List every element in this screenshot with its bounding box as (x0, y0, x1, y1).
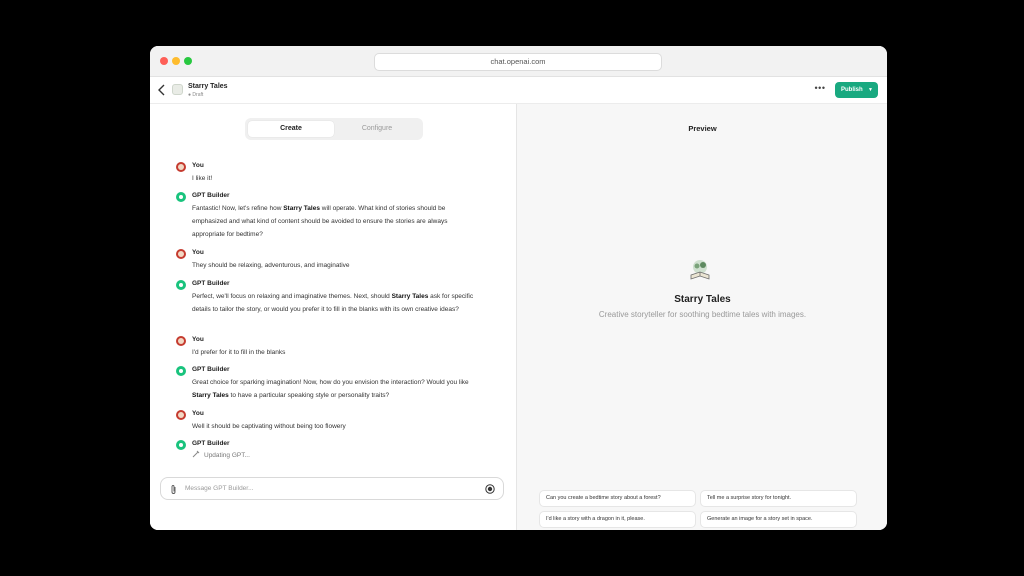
gpt-builder-avatar (176, 192, 186, 202)
tab-configure[interactable]: Configure (334, 121, 420, 137)
user-avatar (176, 336, 186, 346)
gpt-logo-icon (690, 260, 710, 280)
conversation-starter[interactable]: Generate an image for a story set in spa… (700, 511, 857, 528)
message-author: You (192, 336, 204, 343)
mic-icon[interactable] (485, 484, 495, 494)
draft-status: ● Draft (188, 92, 204, 98)
user-avatar (176, 410, 186, 420)
message-author: GPT Builder (192, 280, 230, 287)
builder-pane: Create Configure You I like it! GPT Buil… (150, 104, 516, 530)
builder-composer (160, 477, 504, 500)
message-text: I'd prefer for it to fill in the blanks (192, 349, 286, 356)
attach-icon[interactable] (169, 484, 178, 495)
tab-create[interactable]: Create (248, 121, 334, 137)
browser-titlebar: chat.openai.com (150, 46, 887, 77)
preview-title: Preview (688, 124, 717, 133)
updating-text: Updating GPT... (204, 452, 250, 459)
message-text: I like it! (192, 175, 213, 182)
message-text: Well it should be captivating without be… (192, 423, 346, 430)
message-author: You (192, 162, 204, 169)
address-bar[interactable]: chat.openai.com (374, 53, 662, 71)
more-options-button[interactable]: ••• (812, 83, 828, 97)
close-window-button[interactable] (160, 57, 168, 65)
publish-button[interactable]: Publish ▼ (835, 82, 878, 98)
message-author: GPT Builder (192, 192, 230, 199)
browser-window: chat.openai.com Starry Tales ● Draft •••… (150, 46, 887, 530)
draft-status-label: Draft (192, 92, 204, 98)
builder-tabs: Create Configure (245, 118, 423, 140)
conversation-starter[interactable]: I'd like a story with a dragon in it, pl… (539, 511, 696, 528)
message-author: You (192, 249, 204, 256)
message-author: You (192, 410, 204, 417)
gpt-builder-avatar (176, 440, 186, 450)
message-text: Fantastic! Now, let's refine how Starry … (192, 205, 448, 238)
user-avatar (176, 249, 186, 259)
updating-status: Updating GPT... (192, 450, 250, 459)
gpt-editor-header: Starry Tales ● Draft ••• Publish ▼ (150, 77, 887, 104)
message-author: GPT Builder (192, 366, 230, 373)
preview-pane: Preview Starry Tales Creative storytelle… (516, 104, 887, 530)
builder-message-input[interactable] (185, 478, 475, 499)
message-text: They should be relaxing, adventurous, an… (192, 262, 350, 269)
preview-gpt-description: Creative storyteller for soothing bedtim… (598, 310, 807, 319)
preview-gpt-name: Starry Tales (674, 294, 731, 305)
message-text: Great choice for sparking imagination! N… (192, 379, 469, 399)
message-text: Perfect, we'll focus on relaxing and ima… (192, 293, 474, 313)
updating-icon (192, 450, 200, 458)
gpt-builder-avatar (176, 366, 186, 376)
gpt-builder-avatar (176, 280, 186, 290)
gpt-logo-icon (172, 84, 183, 95)
gpt-title: Starry Tales (188, 83, 228, 90)
back-icon[interactable] (157, 84, 167, 96)
message-author: GPT Builder (192, 440, 230, 447)
chevron-down-icon: ▼ (868, 87, 873, 93)
user-avatar (176, 162, 186, 172)
maximize-window-button[interactable] (184, 57, 192, 65)
conversation-starter[interactable]: Tell me a surprise story for tonight. (700, 490, 857, 507)
minimize-window-button[interactable] (172, 57, 180, 65)
publish-label: Publish (841, 87, 863, 93)
conversation-starter[interactable]: Can you create a bedtime story about a f… (539, 490, 696, 507)
